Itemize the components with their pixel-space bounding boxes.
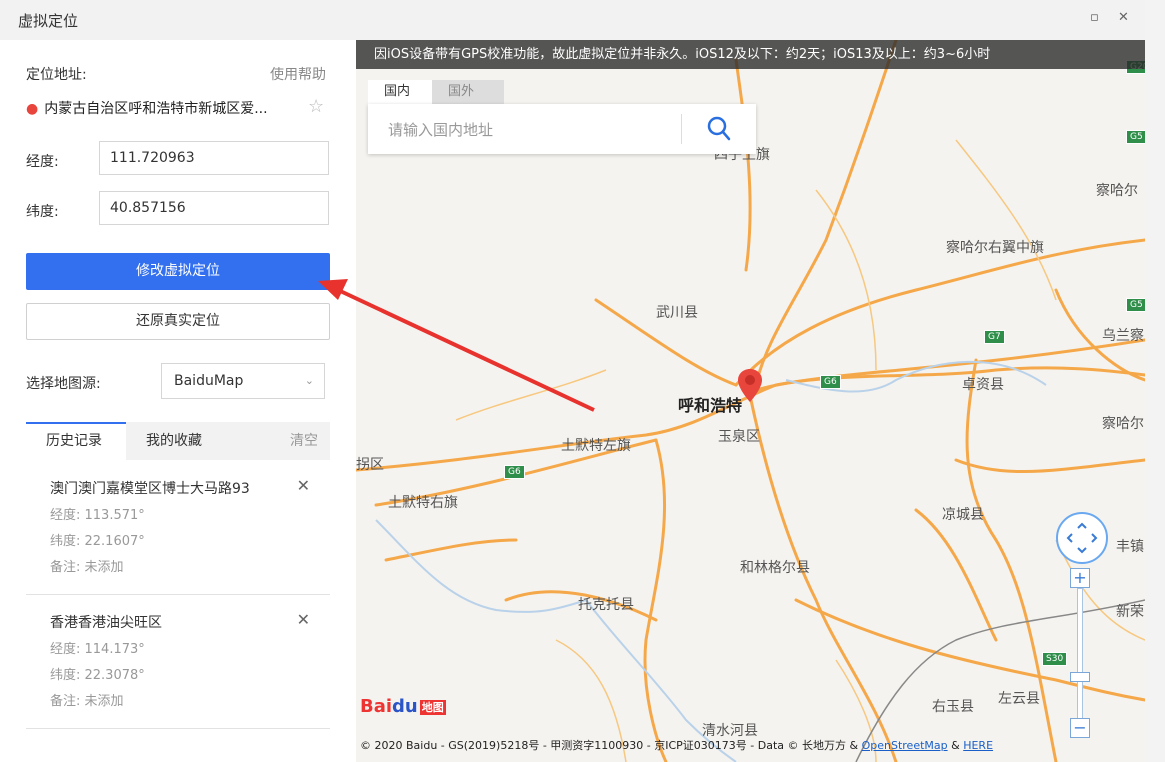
highway-shield: S30 [1042, 652, 1068, 666]
openstreetmap-link[interactable]: OpenStreetMap [862, 739, 948, 752]
baidu-map-logo: Baidu 地图 [360, 696, 446, 717]
map-label: 凉城县 [942, 507, 984, 523]
map-label: 察哈尔 [1102, 416, 1144, 432]
restore-window-button[interactable]: ▫ [1090, 10, 1099, 25]
map-label-city: 呼和浩特 [678, 396, 743, 415]
current-address: ● 内蒙古自治区呼和浩特市新城区爱... [26, 98, 268, 118]
history-item-name: 澳门澳门嘉模堂区博士大马路93 [50, 481, 250, 497]
map-label: 武川县 [656, 305, 698, 321]
window-title: 虚拟定位 [18, 12, 79, 30]
map-pan-control-icon[interactable] [1056, 512, 1108, 564]
longitude-label: 经度: [26, 154, 59, 170]
map-label: 拐区 [356, 457, 384, 473]
highway-shield: G5 [1126, 298, 1145, 312]
control-panel: 定位地址: 使用帮助 ● 内蒙古自治区呼和浩特市新城区爱... ☆ 经度: 111… [0, 40, 356, 762]
history-item[interactable]: 香港香港油尖旺区 ✕ 经度: 114.173° 纬度: 22.3078° 备注:… [26, 594, 330, 729]
logo-ditu: 地图 [419, 700, 446, 715]
map-source-select[interactable]: BaiduMap ⌄ [161, 363, 325, 399]
search-icon[interactable] [706, 115, 732, 143]
zoom-out-button[interactable]: − [1070, 718, 1090, 738]
zoom-control: + − [1070, 568, 1092, 744]
zoom-in-button[interactable]: + [1070, 568, 1090, 588]
map-label: 右玉县 [932, 699, 974, 715]
address-text: 内蒙古自治区呼和浩特市新城区爱... [44, 101, 268, 117]
location-marker-icon[interactable] [737, 368, 763, 408]
address-label: 定位地址: [26, 67, 87, 83]
chevron-down-icon: ⌄ [304, 374, 314, 387]
map-label: 卓资县 [962, 377, 1004, 393]
history-item-latitude: 纬度: 22.3078° [50, 668, 145, 683]
favorite-star-icon[interactable]: ☆ [308, 96, 324, 117]
map-label: 新荣 [1116, 604, 1144, 620]
map-label: 乌兰察 [1102, 328, 1144, 344]
logo-du: du [392, 696, 418, 717]
map-search-input[interactable]: 请输入国内地址 [368, 104, 756, 154]
map-label: 土默特左旗 [561, 438, 631, 454]
close-window-button[interactable]: ✕ [1118, 10, 1129, 25]
close-icon[interactable]: ✕ [297, 476, 310, 495]
map-source-value: BaiduMap [174, 373, 244, 389]
tab-domestic[interactable]: 国内 [368, 80, 440, 104]
here-link[interactable]: HERE [963, 739, 993, 752]
gps-notice-banner: 因iOS设备带有GPS校准功能，故此虚拟定位并非永久。iOS12及以下：约2天；… [356, 40, 1145, 69]
highway-shield: G5 [1126, 130, 1145, 144]
map-label: 玉泉区 [718, 429, 760, 445]
zoom-slider-track[interactable] [1077, 588, 1083, 724]
tab-foreign[interactable]: 国外 [432, 80, 504, 104]
map-label: 察哈尔右翼中旗 [946, 240, 1044, 256]
map-label: 丰镇 [1116, 539, 1144, 555]
latitude-input[interactable]: 40.857156 [99, 191, 329, 225]
copyright-amp: & [947, 739, 964, 752]
map-label: 托克托县 [578, 597, 634, 613]
location-pin-icon: ● [26, 101, 39, 117]
highway-shield: G7 [984, 330, 1005, 344]
tab-history[interactable]: 历史记录 [26, 422, 126, 460]
close-icon[interactable]: ✕ [297, 610, 310, 629]
map-label: 左云县 [998, 691, 1040, 707]
map-search: 国内 国外 请输入国内地址 [368, 80, 756, 154]
history-item-note: 备注: 未添加 [50, 694, 124, 709]
history-item-longitude: 经度: 113.571° [50, 508, 145, 523]
history-item-latitude: 纬度: 22.1607° [50, 534, 145, 549]
search-placeholder: 请输入国内地址 [388, 121, 494, 139]
map-label: 察哈尔 [1096, 183, 1138, 199]
tab-favorites[interactable]: 我的收藏 [146, 422, 202, 460]
copyright-text: © 2020 Baidu - GS(2019)5218号 - 甲测资字11009… [360, 739, 862, 752]
highway-shield: G6 [820, 375, 841, 389]
history-item-name: 香港香港油尖旺区 [50, 615, 162, 631]
highway-shield: G6 [504, 465, 525, 479]
history-tabs: 历史记录 我的收藏 清空 [26, 422, 330, 460]
clear-history-link[interactable]: 清空 [290, 422, 318, 460]
logo-bai: Bai [360, 696, 393, 717]
restore-location-button[interactable]: 还原真实定位 [26, 303, 330, 340]
title-bar: 虚拟定位 ▫ ✕ [0, 0, 1145, 40]
history-item-note: 备注: 未添加 [50, 560, 124, 575]
divider [681, 114, 682, 144]
zoom-slider-handle[interactable] [1070, 672, 1090, 682]
map-view[interactable]: 四子王旗 察哈尔 察哈尔右翼中旗 武川县 乌兰察 卓资县 呼和浩特 玉泉区 土默… [356, 40, 1145, 762]
modify-location-button[interactable]: 修改虚拟定位 [26, 253, 330, 290]
history-item-longitude: 经度: 114.173° [50, 642, 145, 657]
history-item[interactable]: 澳门澳门嘉模堂区博士大马路93 ✕ 经度: 113.571° 纬度: 22.16… [26, 460, 330, 595]
map-source-label: 选择地图源: [26, 376, 101, 392]
latitude-label: 纬度: [26, 204, 59, 220]
map-label: 土默特右旗 [388, 495, 458, 511]
longitude-input[interactable]: 111.720963 [99, 141, 329, 175]
map-copyright: © 2020 Baidu - GS(2019)5218号 - 甲测资字11009… [360, 737, 993, 753]
help-link[interactable]: 使用帮助 [270, 64, 326, 84]
map-label: 和林格尔县 [740, 560, 810, 576]
